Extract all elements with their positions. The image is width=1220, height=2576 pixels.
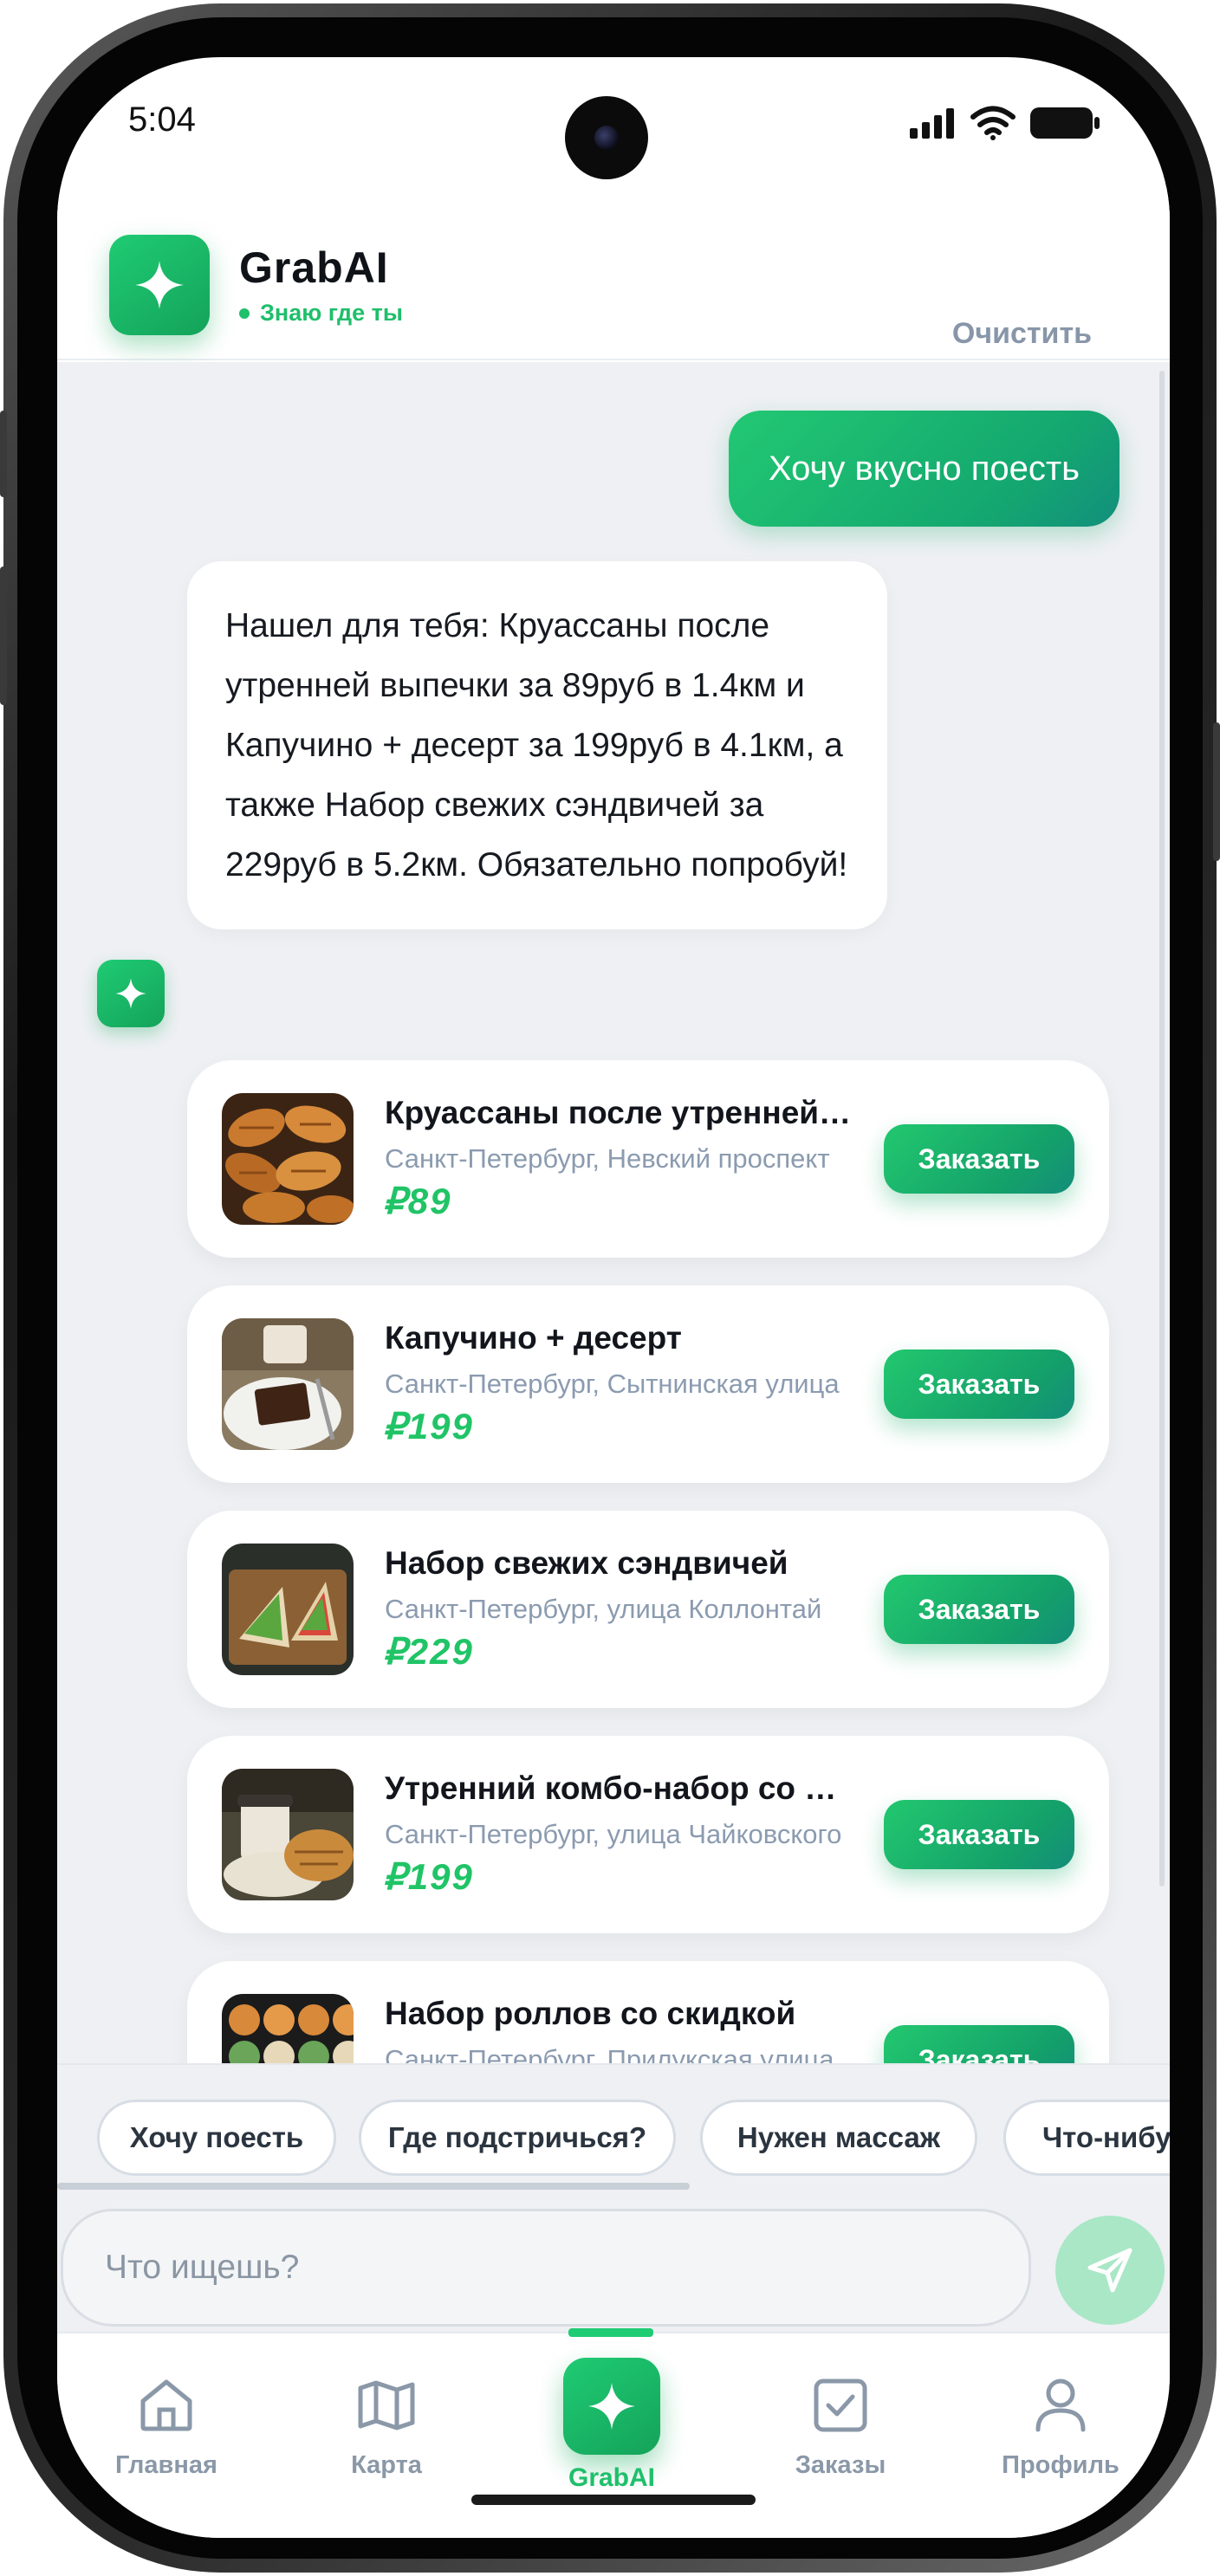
chat-area[interactable]: Хочу вкусно поесть Нашел для тебя: Круас…	[57, 362, 1170, 2063]
quick-reply-chip[interactable]: Где подстричься?	[359, 2100, 676, 2176]
offer-address: Санкт-Петербург, улица Коллонтай	[385, 1594, 822, 1624]
offer-card[interactable]: Капучино + десерт Санкт-Петербург, Сытни…	[187, 1285, 1109, 1483]
offer-title: Круассаны после утренней выпечки	[385, 1095, 853, 1130]
offer-price: ₽229	[383, 1631, 474, 1672]
nav-item-grabai[interactable]	[563, 2358, 660, 2455]
sushi-rolls-photo	[222, 1994, 354, 2063]
sandwiches-photo	[222, 1544, 354, 1675]
wifi-icon	[970, 106, 1016, 140]
phone-screen: 5:04 GrabAI Знаю где ты Очистить Хочу вк…	[57, 57, 1170, 2538]
offer-card[interactable]: Утренний комбо-набор со скидкой Санкт-Пе…	[187, 1736, 1109, 1933]
coffee-cake-photo	[222, 1318, 354, 1450]
map-icon	[358, 2380, 415, 2430]
quick-reply-chip[interactable]: Нужен массаж	[700, 2100, 977, 2176]
power-button	[1213, 722, 1220, 861]
home-icon	[140, 2379, 192, 2431]
nav-label: Профиль	[1002, 2451, 1119, 2479]
send-button[interactable]	[1055, 2216, 1165, 2325]
user-message: Хочу вкусно поесть	[728, 411, 1119, 527]
volume-up-button	[0, 566, 7, 705]
offer-title: Набор свежих сэндвичей	[385, 1545, 788, 1581]
bot-avatar	[97, 960, 165, 1027]
app-logo	[109, 235, 210, 335]
home-indicator[interactable]	[471, 2495, 756, 2505]
offer-title: Набор роллов со скидкой	[385, 1996, 796, 2031]
offer-title: Капучино + десерт	[385, 1320, 682, 1356]
quick-reply-chip[interactable]: Что-нибудь	[1003, 2100, 1170, 2176]
nav-item-map[interactable]: Карта	[300, 2375, 473, 2480]
send-icon	[1087, 2248, 1132, 2293]
brand-title: GrabAI	[239, 243, 389, 292]
offer-price: ₽89	[383, 1181, 452, 1221]
quick-reply-chip[interactable]: Хочу поесть	[97, 2100, 336, 2176]
offer-address: Санкт-Петербург, Сытнинская улица	[385, 1369, 840, 1399]
status-icons	[910, 106, 1100, 140]
front-camera	[565, 96, 648, 179]
active-tab-indicator	[568, 2328, 653, 2337]
nav-label: Карта	[351, 2451, 422, 2479]
status-time: 5:04	[128, 100, 196, 139]
order-button[interactable]: Заказать	[884, 1349, 1074, 1419]
offer-price: ₽199	[383, 1406, 474, 1447]
order-button[interactable]: Заказать	[884, 1575, 1074, 1644]
order-button[interactable]: Заказать	[884, 2025, 1074, 2063]
chips-scrollbar[interactable]	[57, 2183, 690, 2190]
croissants-photo	[222, 1093, 354, 1225]
profile-icon	[1035, 2379, 1086, 2432]
offer-card[interactable]: Набор свежих сэндвичей Санкт-Петербург, …	[187, 1511, 1109, 1708]
sparkle-icon	[115, 978, 146, 1009]
nav-item-profile[interactable]: Профиль	[974, 2375, 1147, 2480]
clear-chat-button[interactable]: Очистить	[952, 317, 1092, 351]
nav-label: Заказы	[795, 2451, 886, 2479]
phone-frame: 5:04 GrabAI Знаю где ты Очистить Хочу вк…	[0, 3, 1220, 2573]
nav-item-orders[interactable]: Заказы	[754, 2375, 927, 2480]
mute-switch	[0, 411, 7, 497]
offer-address: Санкт-Петербург, улица Чайковского	[385, 1819, 842, 1849]
offer-card[interactable]: Круассаны после утренней выпечки Санкт-П…	[187, 1060, 1109, 1258]
sparkle-icon	[135, 261, 184, 309]
location-status: Знаю где ты	[239, 300, 403, 327]
bot-message: Нашел для тебя: Круассаны после утренней…	[187, 561, 887, 929]
nav-item-home[interactable]: Главная	[80, 2375, 253, 2480]
offer-price: ₽199	[383, 1856, 474, 1897]
order-button[interactable]: Заказать	[884, 1124, 1074, 1194]
app-header: GrabAI Знаю где ты Очистить	[57, 187, 1170, 360]
online-dot-icon	[239, 307, 250, 319]
sparkle-icon	[587, 2382, 636, 2430]
offer-address: Санкт-Петербург, Прилукская улица	[385, 2044, 834, 2063]
message-input[interactable]	[61, 2209, 1031, 2327]
quick-replies: Хочу поесть Где подстричься? Нужен масса…	[57, 2063, 1170, 2202]
chat-scrollbar[interactable]	[1159, 371, 1165, 1887]
composer	[57, 2202, 1170, 2332]
nav-label: Главная	[115, 2451, 217, 2479]
orders-check-icon	[814, 2379, 867, 2432]
nav-label: GrabAI	[568, 2463, 656, 2492]
order-button[interactable]: Заказать	[884, 1800, 1074, 1869]
bottom-nav: Главная Карта GrabAI Заказы Профиль	[57, 2328, 1170, 2538]
offer-address: Санкт-Петербург, Невский проспект	[385, 1143, 830, 1174]
offer-card[interactable]: Набор роллов со скидкой Санкт-Петербург,…	[187, 1961, 1109, 2063]
coffee-croissant-photo	[222, 1769, 354, 1900]
offer-title: Утренний комбо-набор со скидкой	[385, 1770, 853, 1806]
location-status-text: Знаю где ты	[260, 300, 403, 326]
cellular-signal-icon	[910, 108, 954, 139]
battery-icon	[1030, 107, 1100, 139]
